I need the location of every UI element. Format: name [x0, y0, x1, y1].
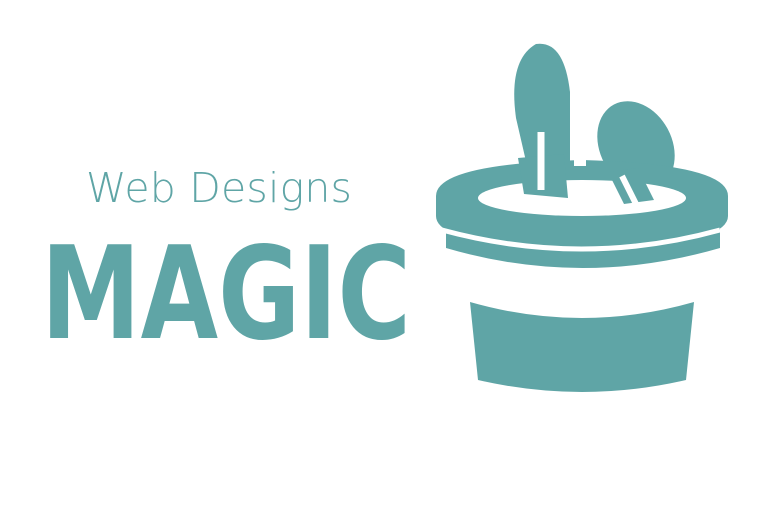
magic-hat-with-rabbit-icon [436, 43, 728, 392]
logo-tagline: Web Designs [86, 164, 353, 212]
logo-wordmark: MAGIC [41, 238, 411, 362]
logo-wordmark-text: MAGIC [41, 238, 411, 362]
logo: Web Designs MAGIC [0, 0, 766, 527]
